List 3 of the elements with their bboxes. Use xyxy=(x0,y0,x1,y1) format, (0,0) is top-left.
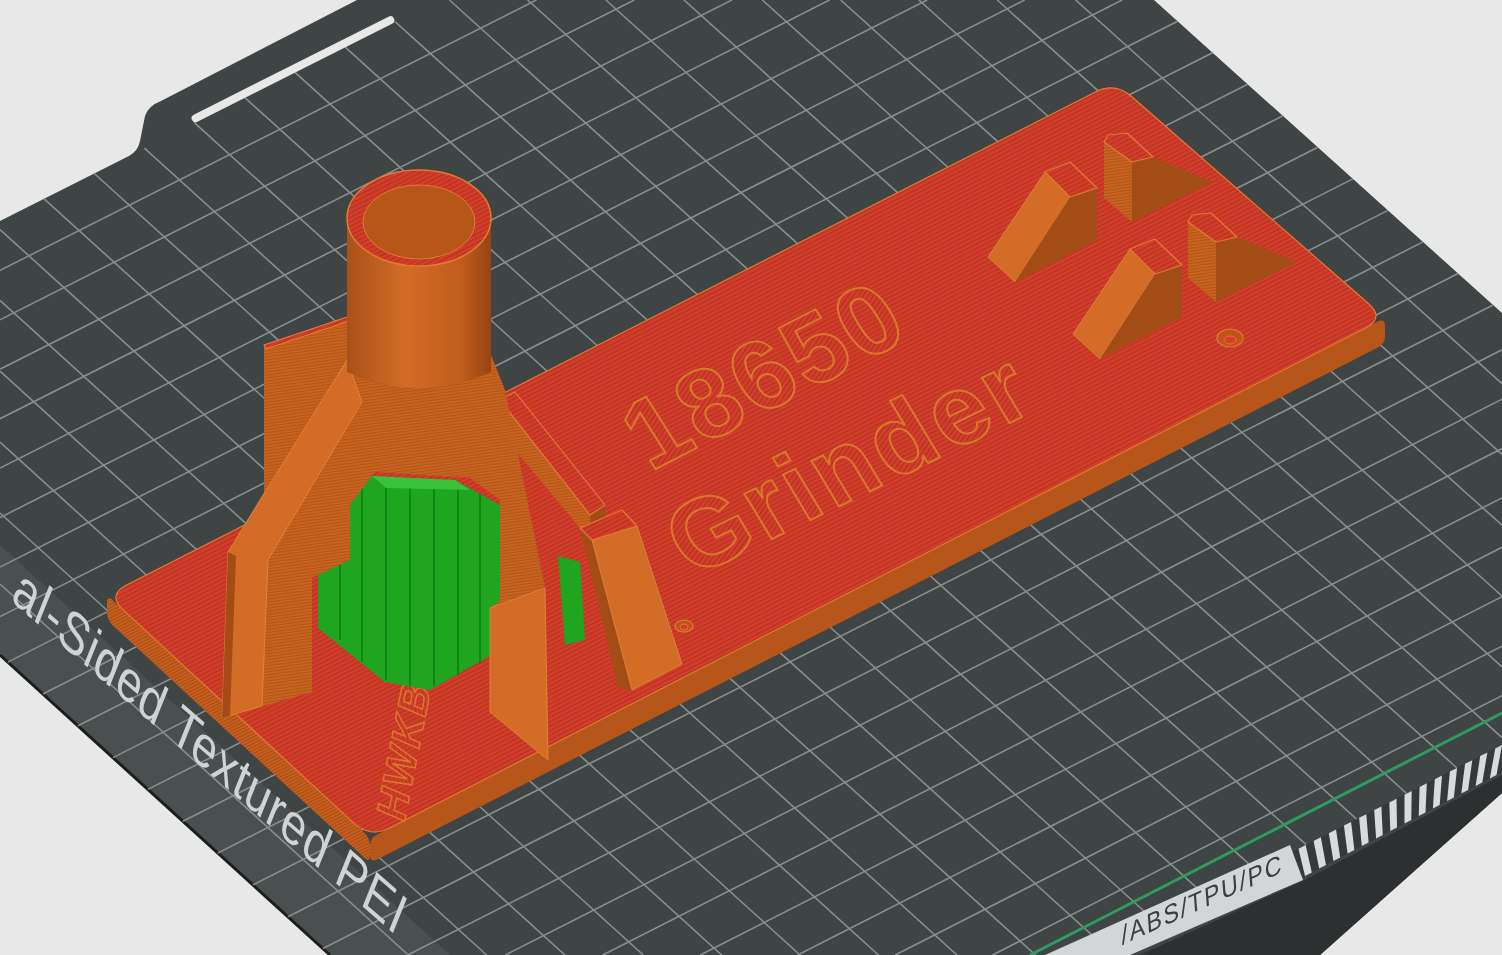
screw-hole xyxy=(1216,328,1244,348)
screw-hole xyxy=(674,619,694,633)
embossed-initials: HWKB xyxy=(368,672,440,828)
